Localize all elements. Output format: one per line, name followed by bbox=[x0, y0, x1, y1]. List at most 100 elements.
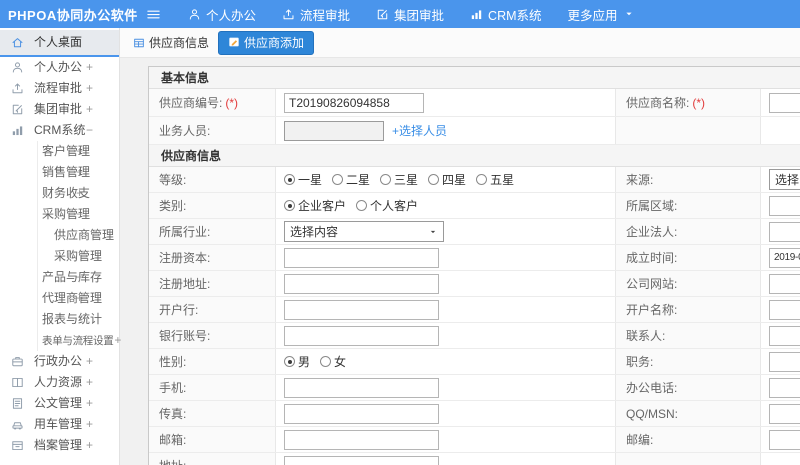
sidebar-item-label: 行政办公 bbox=[34, 354, 83, 368]
sidebar-item-form-flow-settings[interactable]: 表单与流程设置+ bbox=[0, 330, 121, 351]
top-nav-more-apps[interactable]: 更多应用 bbox=[555, 0, 648, 28]
top-nav-label: 个人办公 bbox=[206, 8, 257, 23]
sidebar-item-agent-mgmt[interactable]: 代理商管理 + bbox=[0, 288, 119, 309]
sidebar-item-admin-office[interactable]: 行政办公 + bbox=[0, 351, 119, 372]
radio-unchecked-icon[interactable] bbox=[428, 174, 440, 185]
expand-plus-icon[interactable]: + bbox=[86, 414, 93, 435]
radio-label: 男 bbox=[298, 355, 311, 369]
expand-plus-icon[interactable]: + bbox=[86, 99, 93, 120]
top-nav-workflow-approval[interactable]: 流程审批 bbox=[269, 0, 363, 28]
sidebar-item-label: 用车管理 bbox=[34, 417, 83, 431]
radio-checked-icon[interactable] bbox=[284, 200, 295, 211]
level-option[interactable]: 一星 bbox=[284, 171, 322, 188]
fax-input[interactable] bbox=[284, 403, 439, 424]
expand-plus-icon[interactable]: + bbox=[86, 351, 93, 372]
select-value: 选择内容 bbox=[775, 173, 800, 187]
sidebar-item-product-inventory[interactable]: 产品与库存 + bbox=[0, 267, 119, 288]
collapse-minus-icon[interactable]: − bbox=[76, 204, 83, 225]
expand-plus-icon[interactable]: + bbox=[76, 288, 83, 309]
top-nav-crm-system[interactable]: CRM系统 bbox=[457, 0, 554, 28]
pencil-icon bbox=[228, 36, 240, 48]
gender-option[interactable]: 男 bbox=[284, 353, 310, 370]
level-option[interactable]: 五星 bbox=[476, 171, 514, 188]
sidebar-item-group-approval[interactable]: 集团审批 + bbox=[0, 99, 119, 120]
expand-plus-icon[interactable]: + bbox=[86, 435, 93, 456]
company-website-input[interactable] bbox=[769, 273, 800, 294]
select-person-link[interactable]: +选择人员 bbox=[392, 122, 447, 139]
level-option[interactable]: 四星 bbox=[428, 171, 466, 188]
contact-person-input[interactable] bbox=[769, 325, 800, 346]
top-nav-personal-office[interactable]: 个人办公 bbox=[175, 0, 269, 28]
sidebar-item-reports-stats[interactable]: 报表与统计 bbox=[0, 309, 119, 330]
level-option[interactable]: 三星 bbox=[380, 171, 418, 188]
top-nav-group-approval[interactable]: 集团审批 bbox=[363, 0, 457, 28]
region-input[interactable] bbox=[769, 195, 800, 216]
supplier-code-input[interactable] bbox=[284, 92, 424, 113]
field-label: 所属行业: bbox=[149, 219, 276, 244]
expand-plus-icon[interactable]: + bbox=[86, 393, 93, 414]
expand-plus-icon[interactable]: + bbox=[76, 141, 83, 162]
expand-plus-icon[interactable]: + bbox=[86, 57, 93, 78]
category-option[interactable]: 个人客户 bbox=[356, 197, 418, 214]
bank-account-input[interactable] bbox=[284, 325, 439, 346]
founding-date-input[interactable] bbox=[769, 247, 800, 268]
radio-checked-icon[interactable] bbox=[284, 356, 295, 367]
radio-unchecked-icon[interactable] bbox=[476, 174, 488, 185]
zip-code-input[interactable] bbox=[769, 429, 800, 450]
expand-plus-icon[interactable]: + bbox=[86, 78, 93, 99]
collapse-minus-icon[interactable]: − bbox=[86, 120, 93, 141]
sidebar-item-purchase-mgmt[interactable]: 采购管理 bbox=[0, 246, 119, 267]
mobile-input[interactable] bbox=[284, 377, 439, 398]
registered-capital-input[interactable] bbox=[284, 247, 439, 268]
field-label: 开户名称: bbox=[616, 297, 761, 322]
expand-plus-icon[interactable]: + bbox=[86, 372, 93, 393]
sidebar-item-procurement-mgmt[interactable]: 采购管理 − bbox=[0, 204, 119, 225]
sidebar-item-label: 代理商管理 bbox=[42, 291, 103, 305]
expand-plus-icon[interactable]: + bbox=[76, 183, 83, 204]
expand-plus-icon[interactable]: + bbox=[76, 162, 83, 183]
gender-option[interactable]: 女 bbox=[320, 353, 346, 370]
sidebar-item-finance-mgmt[interactable]: 财务收支 + bbox=[0, 183, 119, 204]
tab-supplier-info[interactable]: 供应商信息 bbox=[133, 34, 209, 51]
radio-unchecked-icon[interactable] bbox=[320, 356, 332, 367]
job-title-input[interactable] bbox=[769, 351, 800, 372]
sidebar-item-personal-desktop[interactable]: 个人桌面 bbox=[0, 30, 119, 57]
qq-msn-input[interactable] bbox=[769, 403, 800, 424]
sidebar-item-personal-office[interactable]: 个人办公 + bbox=[0, 57, 119, 78]
registered-address-input[interactable] bbox=[284, 273, 439, 294]
hamburger-menu-icon[interactable] bbox=[146, 7, 161, 22]
industry-select[interactable]: 选择内容 bbox=[284, 221, 444, 242]
category-option[interactable]: 企业客户 bbox=[284, 197, 346, 214]
expand-plus-icon[interactable]: + bbox=[76, 267, 83, 288]
source-select[interactable]: 选择内容 bbox=[769, 169, 800, 190]
sidebar-item-document-mgmt[interactable]: 公文管理 + bbox=[0, 393, 119, 414]
radio-unchecked-icon[interactable] bbox=[380, 174, 392, 185]
radio-unchecked-icon[interactable] bbox=[332, 174, 344, 185]
legal-person-input[interactable] bbox=[769, 221, 800, 242]
level-option[interactable]: 二星 bbox=[332, 171, 370, 188]
tab-label: 供应商添加 bbox=[244, 35, 305, 50]
account-name-input[interactable] bbox=[769, 299, 800, 320]
sidebar-item-customer-mgmt[interactable]: 客户管理 + bbox=[0, 141, 119, 162]
bank-branch-input[interactable] bbox=[284, 299, 439, 320]
sidebar-item-supplier-mgmt[interactable]: 供应商管理 bbox=[0, 225, 119, 246]
sidebar-item-vehicle-mgmt[interactable]: 用车管理 + bbox=[0, 414, 119, 435]
label-text: 开户行: bbox=[159, 303, 199, 317]
tab-supplier-add[interactable]: 供应商添加 bbox=[218, 30, 315, 55]
sidebar-item-human-resources[interactable]: 人力资源 + bbox=[0, 372, 119, 393]
sidebar-item-archive-mgmt[interactable]: 档案管理 + bbox=[0, 435, 119, 456]
label-text: 企业法人: bbox=[626, 225, 678, 239]
sidebar-item-sales-mgmt[interactable]: 销售管理 + bbox=[0, 162, 119, 183]
email-input[interactable] bbox=[284, 429, 439, 450]
address-input[interactable] bbox=[284, 455, 439, 465]
radio-checked-icon[interactable] bbox=[284, 174, 295, 185]
radio-unchecked-icon[interactable] bbox=[356, 200, 368, 211]
sidebar-item-crm-system[interactable]: CRM系统 − bbox=[0, 120, 119, 141]
office-phone-input[interactable] bbox=[769, 377, 800, 398]
expand-plus-icon[interactable]: + bbox=[114, 333, 121, 347]
label-text: 成立时间: bbox=[626, 251, 678, 265]
business-staff-input[interactable] bbox=[284, 120, 384, 141]
field-label: QQ/MSN: bbox=[616, 401, 761, 426]
supplier-name-input[interactable] bbox=[769, 92, 800, 113]
sidebar-item-workflow-approval[interactable]: 流程审批 + bbox=[0, 78, 119, 99]
